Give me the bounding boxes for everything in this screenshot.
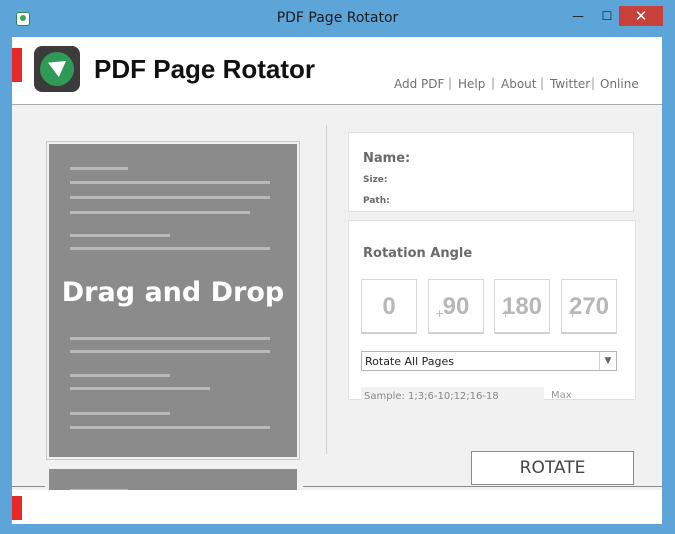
rotate-button[interactable]: ROTATE — [471, 451, 634, 485]
file-size-label: Size: — [363, 175, 388, 185]
file-path-label: Path: — [363, 196, 390, 206]
page-mode-value: Rotate All Pages — [365, 355, 455, 368]
maximize-button[interactable]: ☐ — [594, 6, 620, 26]
nav-about[interactable]: About — [501, 77, 536, 91]
app-title: PDF Page Rotator — [94, 54, 316, 84]
angle-value: 180 — [501, 293, 543, 320]
max-label: Max — [551, 390, 572, 401]
nav-add-pdf[interactable]: Add PDF — [394, 77, 444, 91]
nav-help[interactable]: Help — [458, 77, 485, 91]
angle-0-button[interactable]: 0 — [361, 279, 417, 334]
accent-tab — [12, 48, 22, 82]
text-line — [70, 337, 270, 340]
drop-zone[interactable]: Drag and Drop — [46, 141, 300, 460]
chevron-down-icon[interactable]: ▼ — [599, 352, 616, 370]
angle-180-button[interactable]: + 180 — [494, 279, 550, 334]
app-header: PDF Page Rotator Add PDF | Help | About … — [12, 37, 662, 105]
angle-value: 90 — [442, 293, 470, 320]
close-button[interactable]: ✕ — [619, 6, 663, 26]
page-range-input[interactable]: Sample: 1;3;6-10;12;16-18 — [361, 387, 544, 407]
nav-separator: | — [540, 76, 545, 90]
rotation-panel: Rotation Angle 0 + 90 + 180 + 270 Rotate… — [348, 220, 636, 407]
accent-tab — [12, 496, 22, 520]
text-line — [70, 234, 170, 237]
file-info-panel: Name: Size: Path: — [348, 132, 634, 212]
text-line — [70, 350, 270, 353]
angle-value: 0 — [382, 293, 396, 320]
angle-90-button[interactable]: + 90 — [428, 279, 484, 334]
text-line — [70, 196, 270, 199]
bottom-divider — [303, 486, 662, 487]
text-line — [70, 412, 170, 415]
drag-drop-label: Drag and Drop — [61, 277, 285, 308]
app-window: PDF Page Rotator — ☐ ✕ PDF Page Rotator … — [0, 0, 675, 534]
text-line — [70, 387, 210, 390]
nav-separator: | — [448, 76, 453, 90]
angle-270-button[interactable]: + 270 — [561, 279, 617, 334]
client-area: PDF Page Rotator Add PDF | Help | About … — [12, 37, 662, 524]
nav-online[interactable]: Online — [600, 77, 639, 91]
text-line — [70, 247, 270, 250]
logo-icon — [34, 46, 80, 92]
panel-divider — [326, 125, 327, 454]
text-line — [70, 181, 270, 184]
bottom-bar — [12, 490, 662, 524]
nav-twitter[interactable]: Twitter — [550, 77, 590, 91]
title-bar[interactable]: PDF Page Rotator — ☐ ✕ — [0, 0, 675, 36]
text-line — [70, 211, 250, 214]
rotation-angle-title: Rotation Angle — [363, 246, 473, 261]
nav-separator: | — [491, 76, 496, 90]
minimize-button[interactable]: — — [565, 6, 591, 26]
bottom-divider — [12, 486, 45, 487]
page-mode-select[interactable]: Rotate All Pages ▼ — [361, 351, 617, 371]
file-name-label: Name: — [363, 151, 411, 166]
text-line — [70, 426, 270, 429]
text-line — [70, 167, 128, 170]
nav-separator: | — [591, 76, 596, 90]
angle-value: 270 — [568, 293, 610, 320]
text-line — [70, 374, 170, 377]
